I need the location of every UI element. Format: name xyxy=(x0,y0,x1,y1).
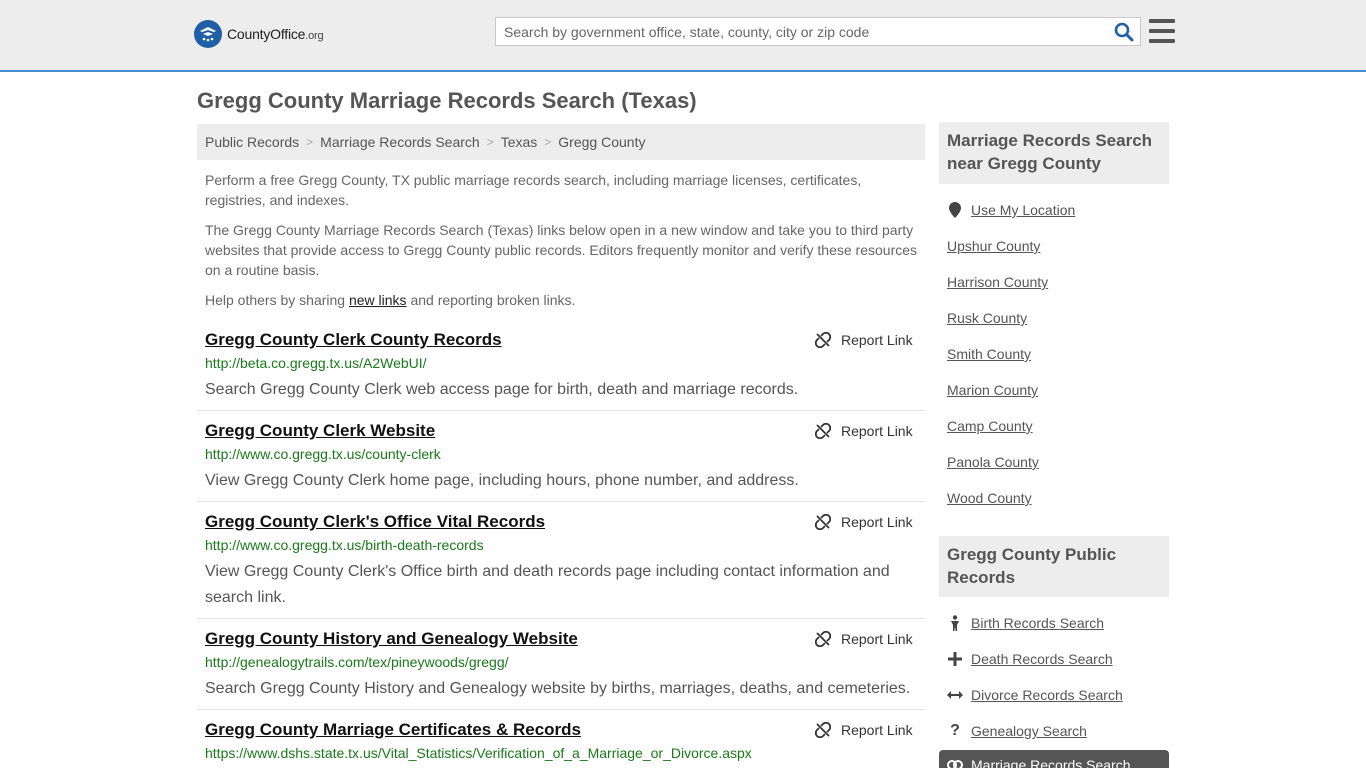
hamburger-menu-icon[interactable] xyxy=(1149,19,1175,43)
divorce-records-label: Divorce Records Search xyxy=(971,687,1123,703)
logo-text: CountyOffice.org xyxy=(227,26,324,42)
broken-link-icon xyxy=(815,423,831,439)
page-title: Gregg County Marriage Records Search (Te… xyxy=(197,88,697,113)
breadcrumb-marriage-records[interactable]: Marriage Records Search xyxy=(320,134,480,150)
result-description: View Gregg County Clerk home page, inclu… xyxy=(205,472,799,489)
result-item: Gregg County History and Genealogy Websi… xyxy=(197,629,925,710)
broken-link-icon xyxy=(815,722,831,738)
result-url: http://beta.co.gregg.tx.us/A2WebUI/ xyxy=(205,355,427,371)
result-url: http://www.co.gregg.tx.us/birth-death-re… xyxy=(205,537,484,553)
question-icon: ? xyxy=(950,722,960,739)
intro-paragraph-2: The Gregg County Marriage Records Search… xyxy=(205,222,918,278)
new-links-link[interactable]: new links xyxy=(349,292,407,308)
use-my-location-link[interactable]: Use My Location xyxy=(947,202,1075,218)
breadcrumb-gregg-county: Gregg County xyxy=(558,134,646,150)
breadcrumb: Public Records > Marriage Records Search… xyxy=(197,124,925,160)
report-link-button[interactable]: Report Link xyxy=(815,423,913,439)
sidebar-public-records-heading: Gregg County Public Records xyxy=(939,536,1169,597)
divorce-records-link[interactable]: Divorce Records Search xyxy=(947,687,1123,703)
breadcrumb-separator: > xyxy=(544,135,552,149)
nearby-county-link[interactable]: Upshur County xyxy=(947,238,1040,254)
result-item: Gregg County Marriage Certificates & Rec… xyxy=(197,720,925,768)
search-input[interactable] xyxy=(496,18,1096,45)
result-item: Gregg County Clerk County Records Report… xyxy=(197,330,925,411)
result-url: http://genealogytrails.com/tex/pineywood… xyxy=(205,654,509,670)
birth-records-link[interactable]: Birth Records Search xyxy=(947,615,1104,631)
result-description: Search Gregg County Clerk web access pag… xyxy=(205,381,799,398)
result-title-link[interactable]: Gregg County Clerk's Office Vital Record… xyxy=(205,512,545,532)
result-title-link[interactable]: Gregg County Marriage Certificates & Rec… xyxy=(205,720,581,740)
result-item: Gregg County Clerk Website Report Link h… xyxy=(197,421,925,502)
report-link-label: Report Link xyxy=(841,631,913,647)
report-link-button[interactable]: Report Link xyxy=(815,631,913,647)
location-pin-icon xyxy=(947,202,963,218)
report-link-button[interactable]: Report Link xyxy=(815,514,913,530)
genealogy-search-link[interactable]: ? Genealogy Search xyxy=(947,722,1087,739)
result-title-link[interactable]: Gregg County Clerk Website xyxy=(205,421,435,441)
breadcrumb-separator: > xyxy=(486,135,494,149)
sidebar-nearby-heading: Marriage Records Search near Gregg Count… xyxy=(939,122,1169,184)
arrows-icon xyxy=(947,687,963,703)
nearby-county-link[interactable]: Panola County xyxy=(947,454,1039,470)
report-link-button[interactable]: Report Link xyxy=(815,722,913,738)
broken-link-icon xyxy=(815,514,831,530)
report-link-label: Report Link xyxy=(841,514,913,530)
breadcrumb-texas[interactable]: Texas xyxy=(501,134,538,150)
report-link-label: Report Link xyxy=(841,332,913,348)
death-records-label: Death Records Search xyxy=(971,651,1113,667)
report-link-button[interactable]: Report Link xyxy=(815,332,913,348)
intro-text: Help others by sharing xyxy=(205,292,349,308)
result-title-link[interactable]: Gregg County Clerk County Records xyxy=(205,330,502,350)
result-description: View Gregg County Clerk's Office birth a… xyxy=(205,563,890,606)
result-description: Search Gregg County History and Genealog… xyxy=(205,680,911,697)
cross-icon xyxy=(947,651,963,667)
search-box xyxy=(495,17,1141,46)
broken-link-icon xyxy=(815,332,831,348)
birth-records-label: Birth Records Search xyxy=(971,615,1105,631)
intro-paragraph-3: Help others by sharing new links and rep… xyxy=(205,290,920,310)
genealogy-search-label: Genealogy Search xyxy=(971,723,1087,739)
site-logo[interactable]: CountyOffice.org xyxy=(194,20,324,48)
nearby-county-link[interactable]: Rusk County xyxy=(947,310,1027,326)
person-icon xyxy=(947,615,963,631)
nearby-county-link[interactable]: Wood County xyxy=(947,490,1032,506)
marriage-records-active-link[interactable]: Marriage Records Search xyxy=(939,750,1169,768)
marriage-records-label: Marriage Records Search xyxy=(971,757,1131,768)
use-my-location-label: Use My Location xyxy=(971,202,1076,218)
marriage-rings-icon xyxy=(947,757,963,768)
site-header: CountyOffice.org xyxy=(0,0,1366,72)
breadcrumb-separator: > xyxy=(306,135,314,149)
result-title-link[interactable]: Gregg County History and Genealogy Websi… xyxy=(205,629,578,649)
nearby-county-link[interactable]: Marion County xyxy=(947,382,1038,398)
breadcrumb-public-records[interactable]: Public Records xyxy=(205,134,299,150)
death-records-link[interactable]: Death Records Search xyxy=(947,651,1113,667)
nearby-county-link[interactable]: Smith County xyxy=(947,346,1031,362)
search-icon[interactable] xyxy=(1114,22,1134,42)
report-link-label: Report Link xyxy=(841,423,913,439)
logo-badge-icon xyxy=(194,20,222,48)
broken-link-icon xyxy=(815,631,831,647)
nearby-county-link[interactable]: Harrison County xyxy=(947,274,1048,290)
report-link-label: Report Link xyxy=(841,722,913,738)
intro-paragraph-1: Perform a free Gregg County, TX public m… xyxy=(205,172,862,208)
intro-text: and reporting broken links. xyxy=(406,292,576,308)
nearby-county-link[interactable]: Camp County xyxy=(947,418,1033,434)
result-url: http://www.co.gregg.tx.us/county-clerk xyxy=(205,446,441,462)
result-url: https://www.dshs.state.tx.us/Vital_Stati… xyxy=(205,745,752,761)
result-item: Gregg County Clerk's Office Vital Record… xyxy=(197,512,925,619)
